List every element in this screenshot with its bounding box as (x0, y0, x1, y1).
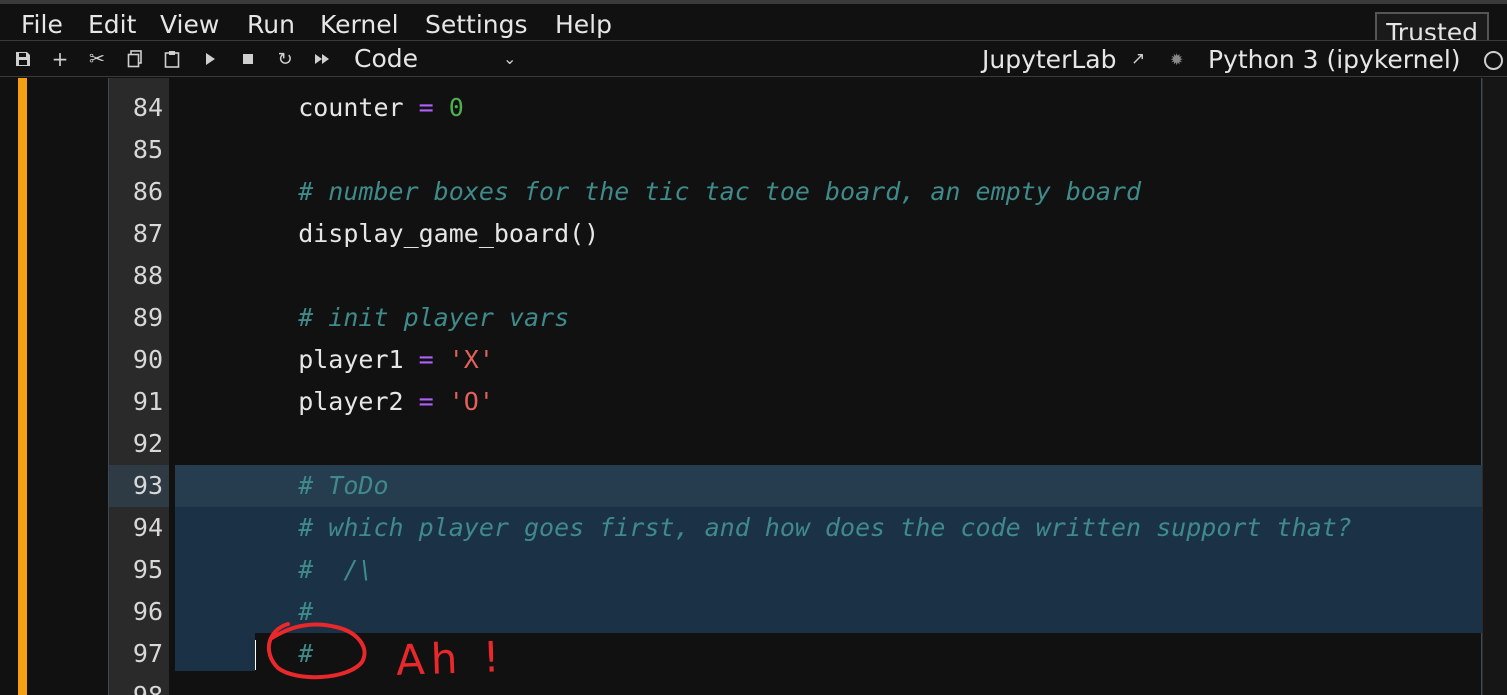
code-token: player1 (238, 345, 419, 374)
notebook-panel: 84 counter = 0 85 86 # number boxes for th… (0, 78, 1507, 695)
external-link-icon[interactable]: ↗ (1131, 49, 1145, 69)
menu-run[interactable]: Run (247, 10, 295, 39)
menu-view[interactable]: View (160, 10, 219, 39)
code-token: # number boxes for the tic tac toe board… (238, 177, 1142, 206)
handwritten-annotation: Ah ! (395, 632, 507, 685)
code-token: 'O' (448, 387, 494, 416)
chevron-down-icon[interactable]: ⌄ (503, 49, 516, 68)
line-number: 87 (132, 219, 163, 248)
line-number: 97 (132, 639, 163, 668)
open-in-jupyterlab-link[interactable]: JupyterLab (982, 45, 1116, 74)
menu-settings[interactable]: Settings (425, 10, 528, 39)
line-number: 93 (132, 471, 163, 500)
code-line[interactable]: player2 = 'O' (238, 381, 494, 423)
line-number: 92 (132, 429, 163, 458)
code-token: counter (238, 93, 419, 122)
kernel-status-icon (1484, 51, 1503, 70)
code-line[interactable]: # number boxes for the tic tac toe board… (238, 171, 1141, 213)
restart-icon[interactable]: ↻ (274, 48, 296, 70)
line-number: 96 (132, 597, 163, 626)
add-cell-icon[interactable]: + (49, 47, 71, 71)
line-number: 91 (132, 387, 163, 416)
paste-icon[interactable] (161, 48, 183, 70)
line-number: 94 (132, 513, 163, 542)
text-cursor (255, 640, 256, 670)
code-line[interactable]: # which player goes first, and how does … (238, 507, 1352, 549)
line-number: 84 (132, 93, 163, 122)
code-cell[interactable]: 84 counter = 0 85 86 # number boxes for th… (108, 78, 1483, 695)
code-line[interactable]: player1 = 'X' (238, 339, 494, 381)
hand-drawn-circle-annotation (267, 622, 367, 680)
code-token: # init player vars (238, 303, 570, 332)
debugger-icon[interactable]: ✹ (1170, 50, 1183, 69)
copy-icon[interactable] (124, 48, 146, 70)
code-line[interactable]: # ToDo (238, 465, 389, 507)
run-icon[interactable] (199, 48, 221, 70)
line-number: 85 (132, 135, 163, 164)
cell-type-select[interactable]: Code (354, 44, 418, 73)
cell-collapser[interactable] (18, 78, 27, 695)
menu-kernel[interactable]: Kernel (320, 10, 399, 39)
code-token: = (418, 387, 434, 416)
code-token: 'X' (448, 345, 494, 374)
code-token: # ToDo (238, 471, 389, 500)
notebook-toolbar: + ✂ ↻ Code ⌄ JupyterLab ↗ ✹ Python 3 (ip… (0, 40, 1507, 77)
line-number: 95 (132, 555, 163, 584)
kernel-name[interactable]: Python 3 (ipykernel) (1208, 45, 1461, 74)
vertical-scrollbar[interactable] (1482, 78, 1507, 695)
cut-icon[interactable]: ✂ (86, 48, 108, 70)
code-line[interactable]: display_game_board() (238, 213, 599, 255)
menu-edit[interactable]: Edit (88, 10, 136, 39)
save-icon[interactable] (12, 48, 34, 70)
code-token: # which player goes first, and how does … (238, 513, 1352, 542)
code-line[interactable]: counter = 0 (238, 87, 464, 129)
menu-file[interactable]: File (21, 10, 63, 39)
line-number: 89 (132, 303, 163, 332)
code-token: = (418, 345, 434, 374)
fast-forward-icon[interactable] (311, 48, 333, 70)
line-number: 98 (109, 675, 163, 695)
code-token: display_game_board() (238, 219, 600, 248)
code-line[interactable]: # init player vars (238, 297, 569, 339)
code-token: 0 (448, 93, 464, 122)
stop-icon[interactable] (237, 48, 259, 70)
code-line[interactable]: # /\ (238, 549, 373, 591)
line-number: 86 (132, 177, 163, 206)
code-token: = (418, 93, 434, 122)
code-token: # /\ (238, 555, 374, 584)
code-token: player2 (238, 387, 419, 416)
menu-help[interactable]: Help (555, 10, 612, 39)
menu-bar: File Edit View Run Kernel Settings Help … (0, 0, 1507, 48)
line-number: 90 (132, 345, 163, 374)
line-number: 88 (132, 261, 163, 290)
